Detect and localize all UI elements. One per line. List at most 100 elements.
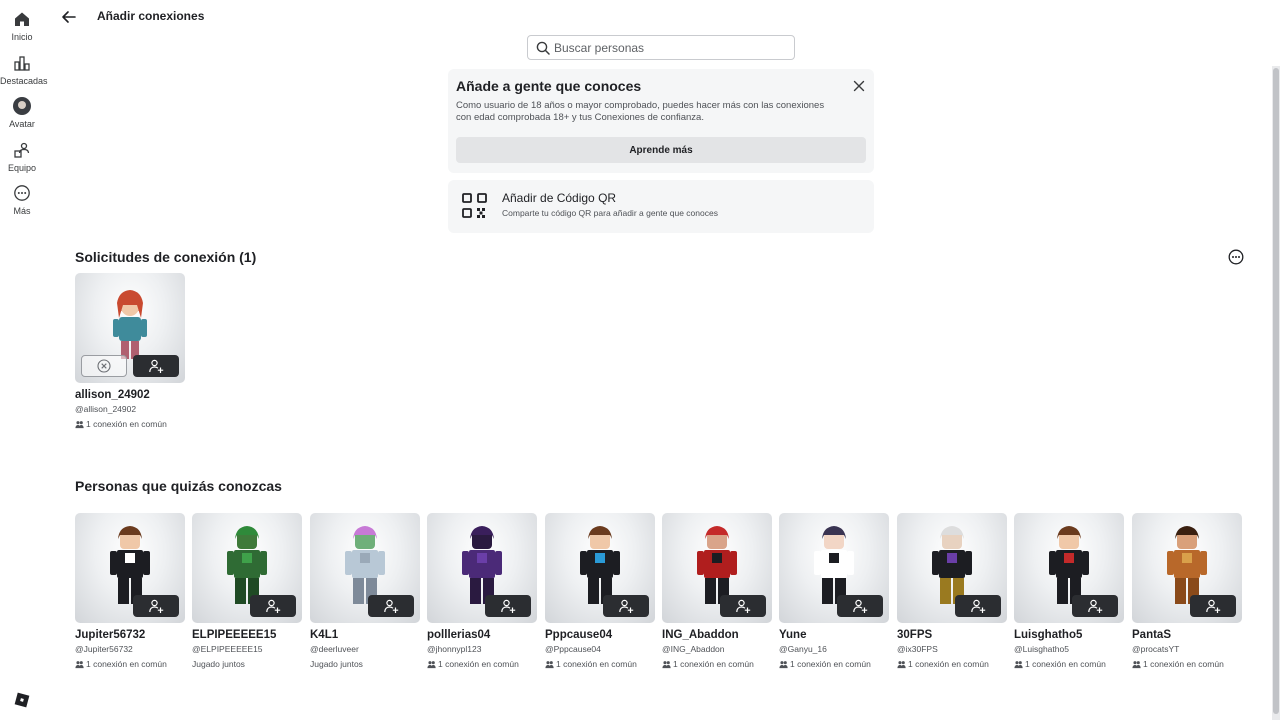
suggestion-card[interactable]: Pppcause04 @Pppcause04 1 conexión en común [545, 513, 655, 669]
add-connection-button[interactable] [1072, 595, 1118, 617]
person-meta: 1 conexión en común [75, 659, 185, 669]
mutual-icon [897, 660, 906, 668]
nav-item-avatar[interactable]: Avatar [0, 97, 44, 129]
person-name[interactable]: Jupiter56732 [75, 629, 185, 641]
person-name[interactable]: Pppcause04 [545, 629, 655, 641]
person-meta-text: Jugado juntos [192, 659, 245, 669]
close-icon[interactable] [852, 79, 866, 93]
avatar-thumbnail[interactable] [779, 513, 889, 623]
avatar-thumbnail[interactable] [427, 513, 537, 623]
person-meta: 1 conexión en común [779, 659, 889, 669]
suggestion-card[interactable]: ING_Abaddon @ING_Abaddon 1 conexión en com… [662, 513, 772, 669]
person-handle: @ix30FPS [897, 644, 938, 654]
suggestion-card[interactable]: polllerias04 @jhonnypl123 1 conexión en co… [427, 513, 537, 669]
decline-button[interactable] [81, 355, 127, 377]
nav-item-more[interactable]: Más [0, 184, 44, 216]
suggestion-card[interactable]: Jupiter56732 @Jupiter56732 1 conexión en c… [75, 513, 185, 669]
nav-item-charts[interactable]: Destacadas [0, 54, 48, 86]
search-icon [536, 41, 550, 55]
qr-card-title: Añadir de Código QR [502, 191, 617, 205]
person-meta-text: 1 conexión en común [86, 419, 167, 429]
add-user-icon [1088, 599, 1103, 613]
add-user-icon [149, 599, 164, 613]
scrollbar-thumb[interactable] [1273, 68, 1279, 714]
learn-more-button[interactable]: Aprende más [456, 137, 866, 163]
info-card: Añade a gente que conoces Como usuario d… [448, 69, 874, 173]
accept-button[interactable] [133, 355, 179, 377]
person-meta-text: 1 conexión en común [1143, 659, 1224, 669]
person-meta-text: 1 conexión en común [1025, 659, 1106, 669]
person-handle: @jhonnypl123 [427, 644, 482, 654]
info-card-body: Como usuario de 18 años o mayor comproba… [456, 100, 825, 123]
qr-card-subtitle: Comparte tu código QR para añadir a gent… [502, 208, 718, 218]
person-meta-text: 1 conexión en común [86, 659, 167, 669]
avatar-thumbnail[interactable] [662, 513, 772, 623]
person-name[interactable]: ELPIPEEEEE15 [192, 629, 302, 641]
add-connection-button[interactable] [1190, 595, 1236, 617]
add-user-icon [853, 599, 868, 613]
search-box[interactable] [527, 35, 795, 60]
nav-label: Avatar [9, 119, 35, 129]
person-name[interactable]: Luisghatho5 [1014, 629, 1124, 641]
person-handle: @deerluveer [310, 644, 359, 654]
search-input[interactable] [554, 39, 788, 57]
close-circle-icon [97, 359, 111, 373]
add-connection-button[interactable] [368, 595, 414, 617]
avatar-thumbnail[interactable] [1132, 513, 1242, 623]
nav-item-home[interactable]: Inicio [0, 10, 44, 42]
person-meta-text: Jugado juntos [310, 659, 363, 669]
add-user-icon [266, 599, 281, 613]
add-connection-button[interactable] [837, 595, 883, 617]
mutual-icon [662, 660, 671, 668]
avatar-thumbnail[interactable] [192, 513, 302, 623]
vertical-scrollbar[interactable] [1272, 66, 1280, 720]
suggestion-card[interactable]: K4L1 @deerluveer Jugado juntos [310, 513, 420, 669]
person-handle: @ELPIPEEEEE15 [192, 644, 263, 654]
add-user-icon [619, 599, 634, 613]
add-connection-button[interactable] [133, 595, 179, 617]
nav-label: Inicio [11, 32, 33, 42]
person-meta-text: 1 conexión en común [438, 659, 519, 669]
add-user-icon [501, 599, 516, 613]
person-name[interactable]: PantaS [1132, 629, 1242, 641]
connection-request-card[interactable]: allison_24902 @allison_24902 1 conexión … [75, 273, 185, 429]
person-name[interactable]: polllerias04 [427, 629, 537, 641]
suggestion-card[interactable]: PantaS @procatsYT 1 conexión en común [1132, 513, 1242, 669]
more-options-icon[interactable] [1228, 249, 1244, 265]
roblox-logo-icon[interactable] [14, 692, 30, 708]
person-meta: 1 conexión en común [1014, 659, 1124, 669]
suggestion-card[interactable]: ELPIPEEEEE15 @ELPIPEEEEE15 Jugado juntos [192, 513, 302, 669]
suggestion-card[interactable]: Yune @Ganyu_16 1 conexión en común [779, 513, 889, 669]
avatar-thumbnail[interactable] [75, 513, 185, 623]
avatar-thumbnail[interactable] [545, 513, 655, 623]
suggestion-card[interactable]: Luisghatho5 @Luisghatho5 1 conexión en com… [1014, 513, 1124, 669]
person-meta-text: 1 conexión en común [556, 659, 637, 669]
person-name[interactable]: allison_24902 [75, 389, 185, 401]
mutual-icon [75, 660, 84, 668]
person-handle: @Jupiter56732 [75, 644, 133, 654]
add-user-icon [971, 599, 986, 613]
add-connection-button[interactable] [250, 595, 296, 617]
add-connection-button[interactable] [603, 595, 649, 617]
person-meta: Jugado juntos [192, 659, 302, 669]
add-connection-button[interactable] [720, 595, 766, 617]
avatar-thumbnail[interactable] [310, 513, 420, 623]
add-user-icon [736, 599, 751, 613]
add-connection-button[interactable] [955, 595, 1001, 617]
person-name[interactable]: K4L1 [310, 629, 420, 641]
add-user-icon [1206, 599, 1221, 613]
person-name[interactable]: ING_Abaddon [662, 629, 772, 641]
add-connection-button[interactable] [485, 595, 531, 617]
avatar-thumbnail[interactable] [1014, 513, 1124, 623]
add-from-qr-card[interactable]: Añadir de Código QR Comparte tu código Q… [448, 180, 874, 233]
person-name[interactable]: Yune [779, 629, 889, 641]
avatar-thumbnail[interactable] [897, 513, 1007, 623]
mutual-icon [75, 420, 84, 428]
person-handle: @ING_Abaddon [662, 644, 725, 654]
suggestion-card[interactable]: 30FPS @ix30FPS 1 conexión en común [897, 513, 1007, 669]
back-arrow-icon[interactable] [60, 8, 78, 26]
person-name[interactable]: 30FPS [897, 629, 1007, 641]
person-handle: @Luisghatho5 [1014, 644, 1069, 654]
avatar-thumbnail[interactable] [75, 273, 185, 383]
nav-item-team[interactable]: Equipo [0, 141, 44, 173]
